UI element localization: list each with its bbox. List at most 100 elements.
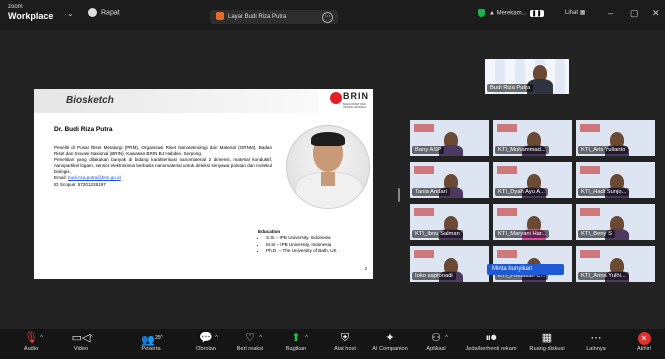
participant-tile[interactable]: KTI_Beny S	[576, 204, 655, 240]
slide-thumb	[414, 208, 434, 216]
email-link: budi.riza.putra@brin.go.id	[68, 175, 121, 181]
participant-name: KTI_Aris Yulianto	[578, 146, 629, 154]
share-label: Layar Budi Riza Putra	[228, 14, 287, 20]
shared-slide: Biosketch BRIN BADAN RISET DAN INOVASI N…	[34, 89, 373, 279]
para-2: Penelitian yang dilakukan banyak di bida…	[54, 157, 272, 175]
active-speaker-video[interactable]: Budi Riza Putra	[485, 59, 569, 94]
participant-tile[interactable]: KTI_Arina Yulhi...	[576, 246, 655, 282]
chevron-down-icon[interactable]: ⌄	[67, 9, 74, 18]
participant-tile[interactable]: Tania Andari	[410, 162, 489, 198]
split-resize-handle[interactable]	[398, 188, 400, 202]
video-label: Video	[73, 346, 89, 352]
slide-thumb	[580, 208, 600, 216]
more-button[interactable]: ⋯ Lainnya	[566, 331, 626, 352]
video-caret-icon[interactable]: ^	[90, 335, 93, 341]
share-label: Bagikan	[285, 346, 307, 352]
scopus-line: ID Scopus: 57201226197	[54, 181, 106, 187]
participant-tile[interactable]: KTI_Aris Yulianto	[576, 120, 655, 156]
people-icon	[88, 8, 97, 17]
end-icon: ✕	[624, 331, 664, 346]
participant-name: KTI_Ibnu Salman	[412, 230, 463, 238]
participant-tile[interactable]: Bany ASP	[410, 120, 489, 156]
slide-thumb	[580, 166, 600, 174]
end-label: Akhiri	[637, 346, 651, 352]
participant-name: Ioko saptonadi	[412, 272, 456, 280]
video-button[interactable]: ▭◁ Video ^	[51, 331, 111, 352]
participant-tile[interactable]: KTI_Ibnu Salman	[410, 204, 489, 240]
share-status-pill[interactable]: Layar Budi Riza Putra ⋯	[210, 10, 338, 24]
education-item: S.Si – IPB University, Indonesia	[266, 235, 337, 241]
participant-name: KTI_Maryani Har...	[495, 230, 550, 238]
view-menu[interactable]: Lihat ▦	[565, 9, 585, 16]
more-icon[interactable]: ⋯	[322, 12, 333, 23]
recording-status[interactable]: ▲ Merekam... ❚❚	[478, 9, 544, 17]
slide-body: Peneliti di Pusat Riset Metalurgi (PRM),…	[54, 145, 272, 188]
participant-name: KTI_Hadi Sunjo...	[578, 188, 630, 196]
chat-label: Obrolan	[196, 346, 216, 352]
brin-mark-icon	[330, 92, 342, 104]
slide-thumb	[497, 124, 517, 132]
education-item: Ph.D. – The University of Bath, UK	[266, 248, 337, 254]
ask-to-unmute-button[interactable]: Minta bunyikan	[487, 264, 564, 275]
speaker-name-tag: Budi Riza Putra	[487, 84, 534, 92]
react-label: Beri reaksi	[236, 346, 264, 352]
minimize-icon[interactable]: –	[608, 8, 613, 18]
audio-label: Audio	[23, 346, 39, 352]
close-icon[interactable]: ✕	[652, 8, 660, 19]
participant-name: Tania Andari	[412, 188, 450, 196]
meeting-toolbar: 🎙 Audio ^ ▭◁ Video ^ 👥25 Peserta ^ 💬 Obrolan ^ ♡…	[0, 329, 665, 359]
apps-label: Aplikasi	[426, 346, 446, 352]
slide-thumb	[580, 124, 600, 132]
slide-thumb	[414, 250, 434, 258]
maximize-icon[interactable]: ▢	[630, 8, 639, 19]
react-caret-icon[interactable]: ^	[259, 335, 262, 341]
record-label: Jeda/berhenti rekam	[465, 346, 517, 352]
participant-tile[interactable]: KTI_Dyah Ayu A...	[493, 162, 572, 198]
grid-icon: ▦	[579, 10, 586, 16]
screen-share-icon	[216, 12, 224, 21]
participant-gallery: Bany ASP KTI_Muhammad... KTI_Aris Yulian…	[410, 120, 655, 309]
audio-caret-icon[interactable]: ^	[40, 335, 43, 341]
view-label: Lihat	[565, 10, 579, 16]
brin-logo: BRIN BADAN RISET DAN INOVASI NASIONAL	[330, 91, 372, 113]
brand-big: Workplace	[8, 11, 54, 21]
education-list: S.Si – IPB University, Indonesia M.Si – …	[258, 235, 337, 254]
pause-icon[interactable]: ❚❚	[529, 9, 544, 17]
brin-name: BRIN	[343, 91, 369, 101]
record-label: Merekam...	[496, 10, 527, 17]
para-1: Peneliti di Pusat Riset Metalurgi (PRM),…	[54, 145, 272, 157]
breakout-rooms-label: Ruang diskusi	[529, 346, 565, 352]
participant-name: KTI_Muhammad...	[495, 146, 549, 154]
presenter-photo	[286, 125, 370, 209]
participant-tile[interactable]: Ioko saptonadi	[410, 246, 489, 282]
slide-thumb	[497, 250, 517, 258]
participant-name: KTI_Dyah Ayu A...	[495, 188, 548, 196]
slide-page-number: 2	[364, 266, 367, 271]
host-tools-label: Alat host	[334, 346, 356, 352]
email-label: Email:	[54, 175, 67, 181]
participant-tile[interactable]: KTI_Muhammad...	[493, 120, 572, 156]
participant-name: KTI_Arina Yulhi...	[578, 272, 629, 280]
meeting-menu[interactable]: Rapat	[88, 8, 120, 17]
end-button[interactable]: ✕ Akhiri	[624, 331, 664, 352]
participants-label: Peserta	[141, 346, 161, 352]
participant-name: KTI_Beny S	[578, 230, 615, 238]
slide-thumb	[414, 124, 434, 132]
presenter-name: Dr. Budi Riza Putra	[54, 126, 113, 133]
chat-caret-icon[interactable]: ^	[215, 335, 218, 341]
photo-neck	[321, 172, 335, 186]
participants-caret-icon[interactable]: ^	[160, 335, 163, 341]
zoom-logo: zoom Workplace	[8, 3, 53, 21]
photo-hair	[311, 132, 345, 146]
share-caret-icon[interactable]: ^	[305, 335, 308, 341]
apps-caret-icon[interactable]: ^	[445, 335, 448, 341]
education-block: Education S.Si – IPB University, Indones…	[258, 229, 337, 255]
participants-button[interactable]: 👥25 Peserta ^	[121, 331, 181, 352]
participant-tile[interactable]: KTI_Maryani Har...	[493, 204, 572, 240]
participants-icon: 👥25	[141, 334, 161, 347]
participant-name: Bany ASP	[412, 146, 445, 154]
brin-subtitle: BADAN RISET DAN INOVASI NASIONAL	[343, 103, 367, 109]
slide-title: Biosketch	[66, 95, 114, 106]
slide-thumb	[580, 250, 600, 258]
participant-tile[interactable]: KTI_Hadi Sunjo...	[576, 162, 655, 198]
